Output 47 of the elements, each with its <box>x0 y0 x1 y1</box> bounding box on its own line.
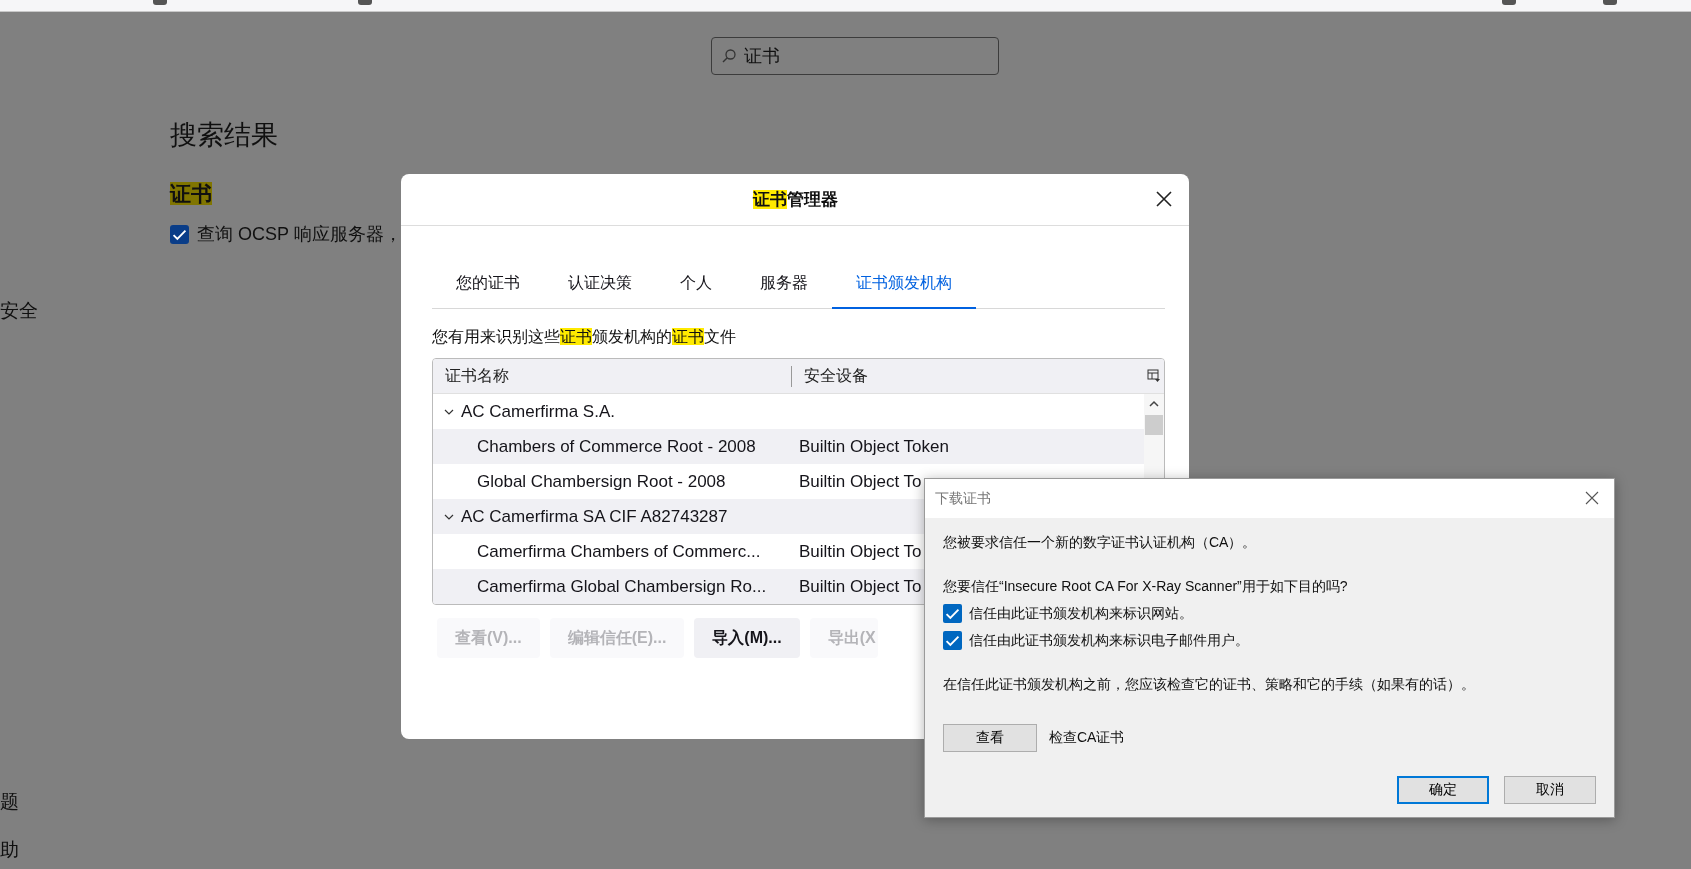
tab[interactable]: 您的证书 <box>432 261 544 309</box>
tab[interactable]: 服务器 <box>736 261 832 309</box>
toolbar-icon[interactable] <box>153 0 167 5</box>
advice-text: 在信任此证书颁发机构之前，您应该检查它的证书、策略和它的手续（如果有的话）。 <box>943 676 1476 694</box>
tab[interactable]: 证书颁发机构 <box>832 261 976 309</box>
description-text: 您有用来识别这些证书颁发机构的证书文件 <box>432 327 737 347</box>
checkbox[interactable] <box>943 631 962 650</box>
ok-button[interactable]: 确定 <box>1397 776 1489 804</box>
action-button[interactable]: 导入(M)... <box>694 618 800 658</box>
tree-row[interactable]: AC Camerfirma S.A. <box>433 394 1144 429</box>
search-icon <box>721 48 737 64</box>
view-label: 检查CA证书 <box>1049 729 1125 747</box>
close-icon[interactable] <box>1584 490 1600 506</box>
group-name: AC Camerfirma SA CIF A82743287 <box>461 506 728 527</box>
question-text: 您要信任“Insecure Root CA For X-Ray Scanner”用于如下目的吗? <box>943 578 1349 596</box>
device-name: Builtin Object To <box>799 576 922 597</box>
device-name: Builtin Object To <box>799 541 922 562</box>
message-text: 您被要求信任一个新的数字证书认证机构（CA）。 <box>943 534 1258 552</box>
certificate-name: Camerfirma Chambers of Commerc... <box>477 541 761 561</box>
checkbox-label: 信任由此证书颁发机构来标识电子邮件用户。 <box>969 631 1249 650</box>
column-header[interactable]: 安全设备 <box>804 366 868 384</box>
toolbar-icon[interactable] <box>358 0 372 5</box>
column-picker-icon[interactable] <box>1147 369 1161 383</box>
sidebar-item[interactable]: 题 <box>0 789 170 815</box>
scroll-thumb[interactable] <box>1145 415 1163 435</box>
section-heading: 搜索结果 <box>170 119 279 152</box>
device-name: Builtin Object To <box>799 471 922 492</box>
group-name: AC Camerfirma S.A. <box>461 401 615 422</box>
checkbox[interactable] <box>943 604 962 623</box>
view-button[interactable]: 查看 <box>943 724 1037 752</box>
sidebar-item[interactable]: 助 <box>0 837 170 863</box>
search-field[interactable]: 证书 <box>711 37 999 75</box>
option-label: 查询 OCSP 响应服务器， <box>197 223 402 246</box>
toolbar-icon[interactable] <box>1603 0 1617 5</box>
certificate-name: Global Chambersign Root - 2008 <box>477 471 726 491</box>
certificate-name: Chambers of Commerce Root - 2008 <box>477 436 756 456</box>
certificate-name: Camerfirma Global Chambersign Ro... <box>477 576 767 596</box>
checkbox[interactable] <box>170 224 189 244</box>
tab[interactable]: 认证决策 <box>544 261 656 309</box>
checkbox-label: 信任由此证书颁发机构来标识网站。 <box>969 604 1193 623</box>
result-title: 证书 <box>170 181 212 207</box>
sidebar-item[interactable]: 安全 <box>0 298 170 324</box>
column-header[interactable]: 证书名称 <box>445 366 509 384</box>
device-name: Builtin Object Token <box>799 436 949 457</box>
cancel-button[interactable]: 取消 <box>1504 776 1596 804</box>
toolbar-icon[interactable] <box>1502 0 1516 5</box>
tab[interactable]: 个人 <box>656 261 736 309</box>
